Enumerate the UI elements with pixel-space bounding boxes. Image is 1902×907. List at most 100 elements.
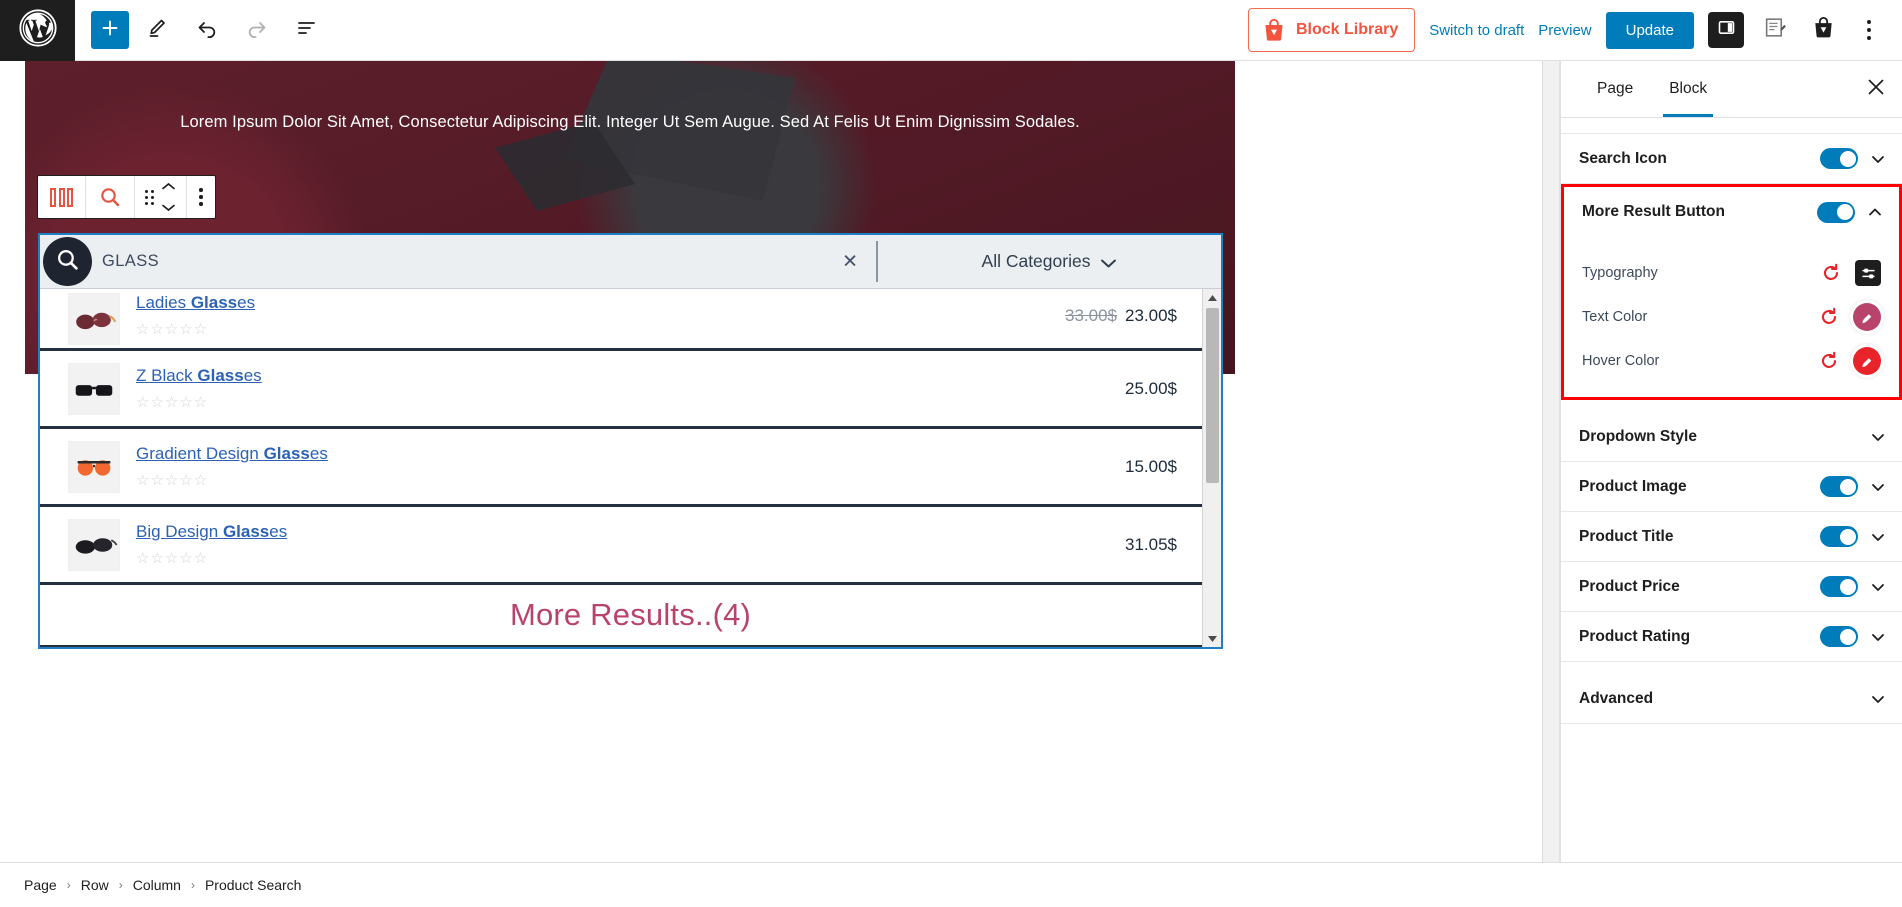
chevron-down-icon[interactable] [1870,151,1886,167]
product-image-toggle[interactable] [1820,476,1858,497]
undo-button[interactable] [185,8,229,52]
search-input[interactable]: GLASS ✕ [40,235,876,288]
document-pencil-icon [1763,15,1788,45]
big-design-sunglasses-thumb [68,518,120,571]
shopping-bag-icon [1261,17,1287,43]
wordpress-logo-button[interactable] [0,0,75,61]
tab-page[interactable]: Page [1579,61,1651,117]
tab-block[interactable]: Block [1651,61,1725,117]
text-color-swatch[interactable] [1853,303,1881,331]
product-title-link[interactable]: Ladies Glasses [136,293,255,313]
setting-label: Hover Color [1582,353,1660,369]
chevron-up-icon[interactable] [1867,204,1883,220]
drag-handle-button[interactable] [135,176,187,218]
product-price: 31.05$ [1125,535,1207,555]
reset-icon[interactable] [1819,351,1839,371]
magnifier-icon [55,247,80,277]
search-icon-toggle[interactable] [1820,148,1858,169]
sidebar-item-more-result-button[interactable]: More Result Button [1564,187,1899,237]
product-title-link[interactable]: Gradient Design Glasses [136,444,328,464]
redo-arrow-icon [245,16,269,45]
sidebar-panel-icon [1716,17,1737,43]
scroll-down-arrow[interactable] [1203,630,1222,647]
gradient-sunglasses-thumb [68,440,120,493]
setting-label: Text Color [1582,309,1648,325]
typography-settings-icon[interactable] [1855,260,1881,286]
product-rating: ☆☆☆☆☆ [136,394,209,411]
redo-button[interactable] [235,8,279,52]
product-price-toggle[interactable] [1820,576,1858,597]
results-scrollbar[interactable] [1202,289,1221,647]
editor-body: Lorem Ipsum Dolor Sit Amet, Consectetur … [0,61,1902,862]
columns-block-icon [50,187,73,207]
sidebar-item-product-title[interactable]: Product Title [1561,512,1902,562]
product-rating-toggle[interactable] [1820,626,1858,647]
chevron-down-icon[interactable] [1870,529,1886,545]
sidebar-item-search-icon[interactable]: Search Icon [1561,134,1902,184]
block-options-button[interactable] [187,176,215,218]
breadcrumb-item-product-search[interactable]: Product Search [205,877,302,893]
add-block-button[interactable] [91,11,129,49]
reset-icon[interactable] [1819,307,1839,327]
product-price-current: 23.00$ [1125,305,1177,325]
setting-row-text-color: Text Color [1564,295,1899,339]
sidebar-item-product-image[interactable]: Product Image [1561,462,1902,512]
panel-label: Product Image [1579,477,1687,495]
hover-color-swatch[interactable] [1853,347,1881,375]
search-results-dropdown: Ladies Glasses ☆☆☆☆☆ 33.00$ 23.00$ Z Bla… [40,288,1221,647]
product-search-block-button[interactable] [86,176,135,218]
chevron-down-icon[interactable] [1870,691,1886,707]
edit-post-button[interactable] [1758,13,1792,47]
settings-sidebar-toggle[interactable] [1708,12,1744,48]
product-title-link[interactable]: Big Design Glasses [136,522,287,542]
sidebar-item-dropdown-style[interactable]: Dropdown Style [1561,412,1902,462]
search-submit-button[interactable] [43,237,92,286]
sidebar-item-product-price[interactable]: Product Price [1561,562,1902,612]
columns-block-button[interactable] [38,176,86,218]
update-button[interactable]: Update [1605,11,1694,49]
more-results-button[interactable]: More Results..(4) [510,597,751,633]
wordpress-logo-icon [18,8,58,53]
more-options-button[interactable] [1854,12,1884,48]
edit-tool-button[interactable] [135,8,179,52]
result-info: Big Design Glasses ☆☆☆☆☆ [136,522,1125,567]
category-dropdown[interactable]: All Categories [878,235,1221,288]
close-sidebar-button[interactable] [1854,67,1898,111]
more-result-button-toggle[interactable] [1817,201,1855,223]
table-row[interactable]: Big Design Glasses ☆☆☆☆☆ 31.05$ [40,507,1221,585]
product-search-icon [98,185,122,209]
chevron-down-icon[interactable] [1870,479,1886,495]
chevron-up-icon[interactable] [161,178,176,196]
sidebar-scrollbar[interactable] [1543,61,1560,862]
sidebar-item-advanced[interactable]: Advanced [1561,674,1902,724]
panel-label: More Result Button [1582,203,1725,220]
breadcrumb-item-column[interactable]: Column [133,877,181,893]
undo-arrow-icon [195,16,219,45]
switch-to-draft-button[interactable]: Switch to draft [1429,22,1524,39]
chevron-down-icon[interactable] [1870,629,1886,645]
breadcrumb-item-row[interactable]: Row [81,877,109,893]
reset-icon[interactable] [1821,263,1841,283]
product-title-link[interactable]: Z Black Glasses [136,366,262,386]
breadcrumb: Page › Row › Column › Product Search [0,862,1902,907]
document-overview-button[interactable] [285,8,329,52]
block-library-button[interactable]: Block Library [1247,8,1416,52]
chevron-down-icon[interactable] [1870,429,1886,445]
chevron-down-icon[interactable] [1870,579,1886,595]
block-settings-sidebar: Page Block Search Icon More Result Butto… [1543,61,1902,862]
panel-label: Dropdown Style [1579,427,1697,445]
breadcrumb-item-page[interactable]: Page [24,877,57,893]
scroll-up-arrow[interactable] [1203,289,1222,306]
shop-bag-button[interactable] [1806,13,1840,47]
table-row[interactable]: Gradient Design Glasses ☆☆☆☆☆ 15.00$ [40,429,1221,507]
sidebar-item-product-rating[interactable]: Product Rating [1561,612,1902,662]
panel-label: Product Price [1579,577,1680,595]
results-scroll-thumb[interactable] [1205,308,1219,483]
table-row[interactable]: Z Black Glasses ☆☆☆☆☆ 25.00$ [40,351,1221,429]
chevron-down-icon[interactable] [161,199,176,217]
product-title-toggle[interactable] [1820,526,1858,547]
panel-label: Advanced [1579,689,1654,707]
table-row[interactable]: Ladies Glasses ☆☆☆☆☆ 33.00$ 23.00$ [40,289,1221,351]
clear-search-button[interactable]: ✕ [842,252,858,271]
preview-button[interactable]: Preview [1538,22,1591,39]
